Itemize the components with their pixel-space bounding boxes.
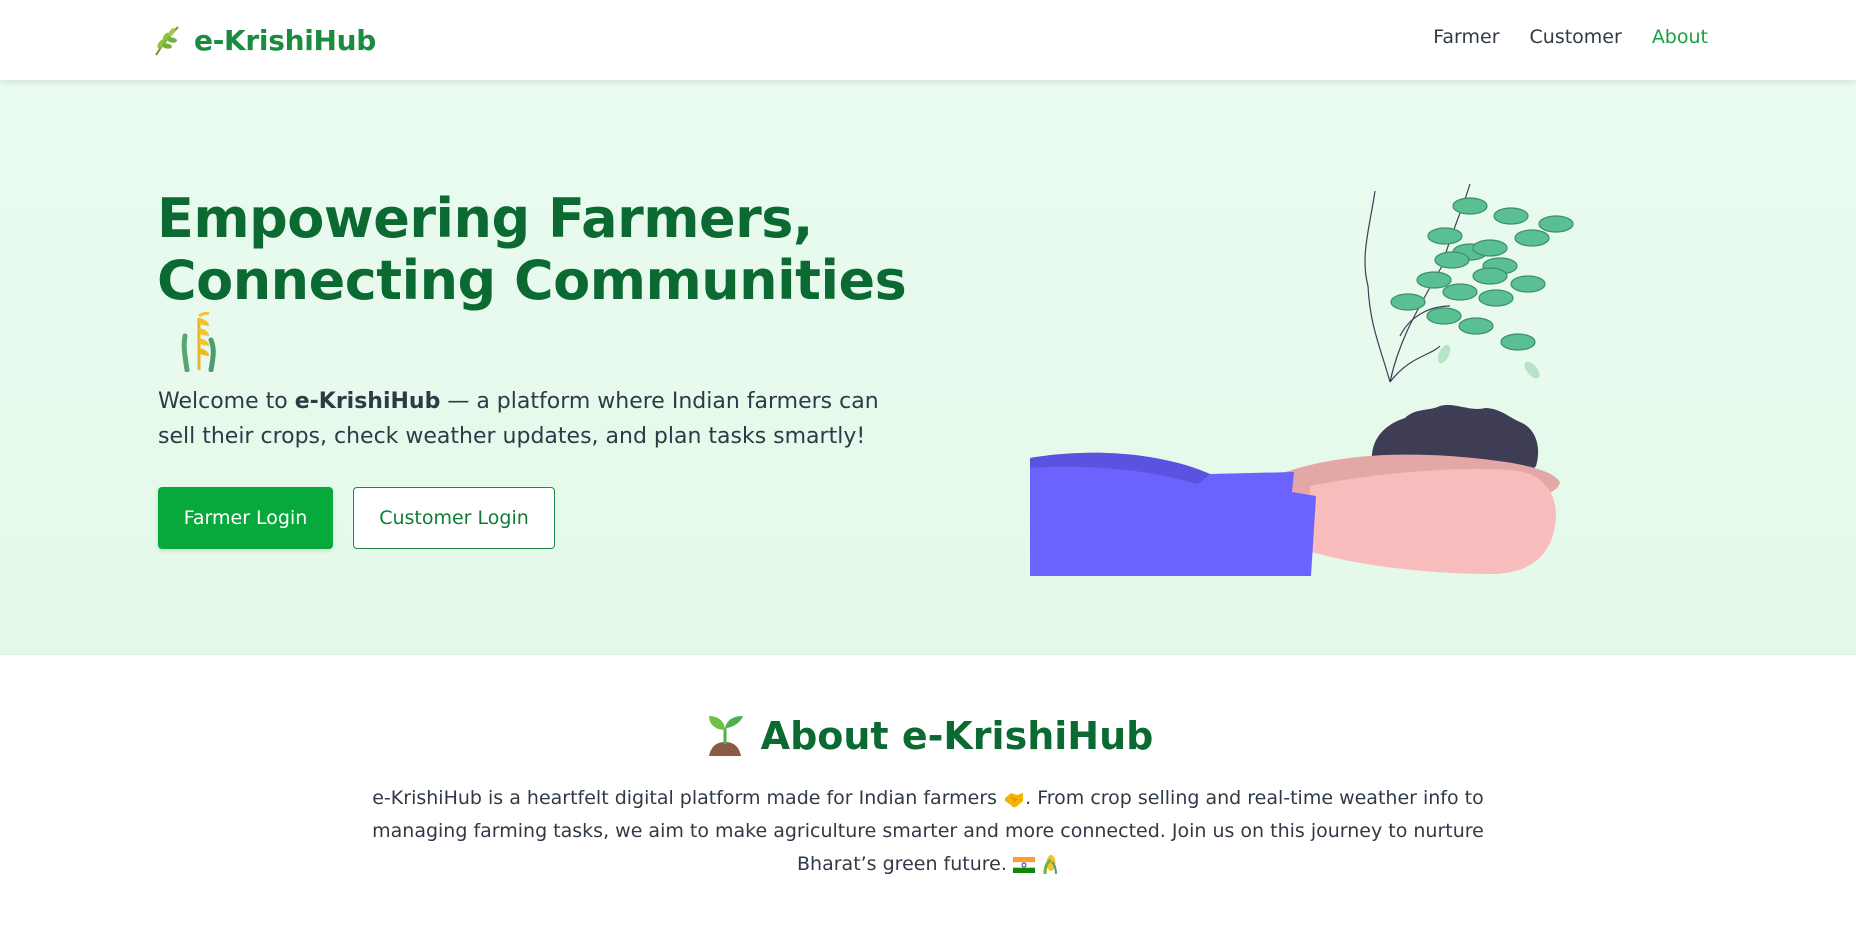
wheat-sheaf-icon [181, 311, 216, 372]
farmer-login-button[interactable]: Farmer Login [158, 487, 333, 549]
nav-link-about[interactable]: About [1652, 26, 1708, 48]
seedling-icon [708, 716, 743, 756]
hero-description-prefix: Welcome to [158, 389, 295, 414]
corn-icon [1043, 854, 1057, 874]
hero-title: Empowering Farmers, Connecting Communiti… [157, 188, 937, 312]
about-title-text: About e-KrishiHub [760, 714, 1154, 758]
hero-title-line-2: Connecting Communities [157, 249, 907, 312]
hero-description: Welcome to e-KrishiHub — a platform wher… [158, 384, 918, 454]
hands-holding-plant-illustration [1030, 183, 1574, 576]
herb-leaf-icon [155, 26, 179, 56]
brand-logo[interactable]: e-KrishiHub [152, 20, 376, 60]
plant-leaves [1390, 197, 1574, 351]
hero-title-line-1: Empowering Farmers, [157, 187, 813, 250]
hero-section: Empowering Farmers, Connecting Communiti… [0, 80, 1856, 655]
front-hand [1310, 468, 1556, 574]
about-description: e-KrishiHub is a heartfelt digital platf… [368, 782, 1488, 881]
hero-description-brand: e-KrishiHub [294, 389, 441, 414]
about-title: About e-KrishiHub [0, 714, 1856, 758]
handshake-icon [1005, 792, 1024, 807]
nav-link-customer[interactable]: Customer [1530, 26, 1622, 48]
nav-links: Farmer Customer About [1433, 26, 1708, 48]
nav-link-farmer[interactable]: Farmer [1433, 26, 1499, 48]
brand-name: e-KrishiHub [194, 23, 377, 57]
about-text-part-1: e-KrishiHub is a heartfelt digital platf… [372, 787, 998, 809]
india-flag-icon [1012, 856, 1035, 873]
customer-login-button[interactable]: Customer Login [353, 487, 555, 549]
navbar: e-KrishiHub Farmer Customer About [0, 0, 1856, 80]
